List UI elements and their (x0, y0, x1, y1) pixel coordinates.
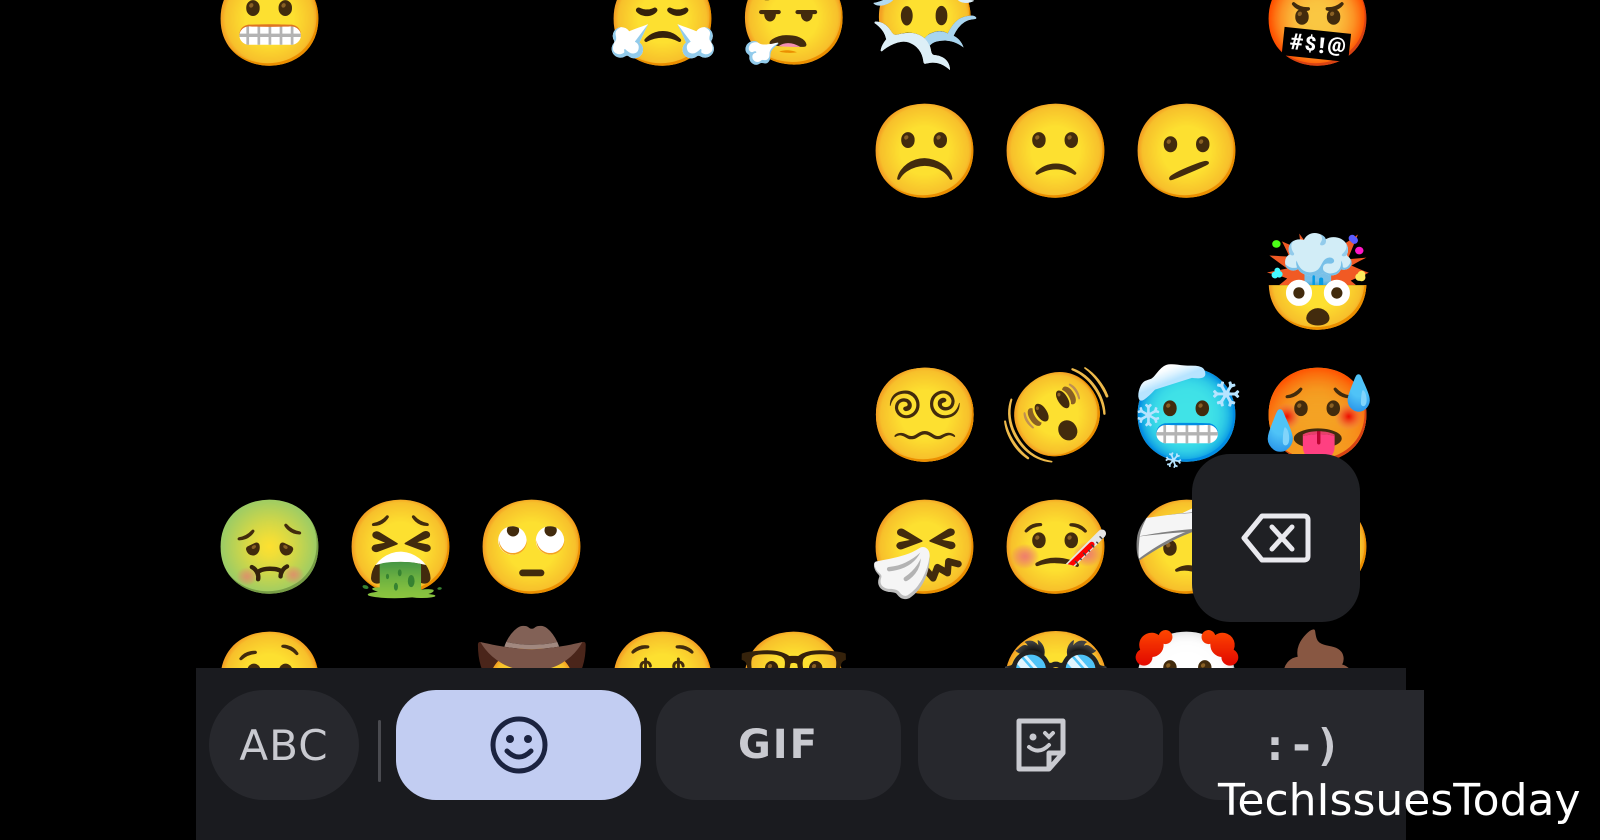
emoji-key[interactable]: 😓 (341, 92, 461, 212)
emoji-key[interactable]: 😰 (210, 224, 330, 344)
emoji-key[interactable]: 🤥 (210, 620, 330, 669)
emoji-key[interactable]: 🫤 (1127, 92, 1247, 212)
emoji-key[interactable]: 🤮 (341, 488, 461, 608)
emoji-key[interactable]: 😩 (472, 0, 592, 80)
emoji-key[interactable]: 😣 (341, 356, 461, 476)
emoji-key[interactable]: 😪 (734, 488, 854, 608)
smiley-face-icon (490, 716, 547, 774)
emoji-key[interactable]: 😠 (1127, 0, 1247, 80)
emoji-key[interactable]: 😫 (603, 356, 723, 476)
delete-button[interactable] (1194, 456, 1358, 620)
emoji-key[interactable]: 🥸 (996, 620, 1116, 669)
emoji-key[interactable]: 😴 (589, 488, 737, 608)
emoji-key[interactable]: 🙄 (472, 488, 592, 608)
emoji-key[interactable]: 😬 (210, 0, 330, 80)
emoji-key[interactable]: 😎 (865, 620, 985, 669)
emoji-key[interactable]: 😥 (603, 92, 723, 212)
emoji-key[interactable]: 😮 (734, 224, 854, 344)
emoji-key[interactable]: 💩 (1258, 620, 1378, 669)
emoji-key[interactable]: 🤠 (472, 620, 592, 669)
emoji-key[interactable]: 🤢 (210, 488, 330, 608)
emoji-key[interactable]: 😓 (341, 0, 461, 80)
emoji-key[interactable]: 🤒 (996, 488, 1116, 608)
emoji-key[interactable]: 😩 (472, 356, 592, 476)
emoji-key[interactable]: 😮‍💨 (734, 0, 854, 80)
emoji-key[interactable]: 😞 (210, 92, 330, 212)
emoji-key[interactable]: 🤧 (865, 488, 985, 608)
emoji-key[interactable]: 🤑 (603, 620, 723, 669)
emoji-key[interactable]: 😵 (734, 356, 854, 476)
emoji-key[interactable]: 😦 (603, 224, 723, 344)
backspace-icon (1241, 513, 1311, 563)
emoji-key[interactable]: 🫨 (996, 356, 1116, 476)
emoji-key[interactable]: 😇 (341, 620, 461, 669)
emoji-key[interactable]: 😖 (210, 356, 330, 476)
emoji-keyboard: 😬 😓 😩 😤 😮‍💨 😶‍🌫️ 😦 😠 🤬 😞 😓 😟 😥 😢 ☹️ 🙁 🫤 😕 😰 😨 😧 😦 😮 😯 😲 😳 🤯 😖 😣 😩 😫 😵 😵‍… (0, 0, 1600, 840)
emoji-key[interactable]: 😟 (472, 92, 592, 212)
emoji-key[interactable]: 😤 (603, 0, 723, 80)
watermark-text: TechIssuesToday (1218, 775, 1581, 826)
emoji-key[interactable]: 😧 (472, 224, 592, 344)
emoji-key[interactable]: 😶‍🌫️ (865, 0, 985, 80)
tab-divider (378, 720, 381, 782)
emoji-key[interactable]: 🤬 (1258, 0, 1378, 80)
abc-button[interactable]: ABC (209, 690, 359, 800)
emoji-key[interactable]: 😯 (865, 224, 985, 344)
tab-emoji[interactable] (396, 690, 641, 800)
emoji-key[interactable]: 😦 (996, 0, 1116, 80)
emoji-key[interactable]: 🤯 (1258, 224, 1378, 344)
emoji-key[interactable]: 😲 (996, 224, 1116, 344)
emoji-key[interactable]: 😕 (1258, 92, 1378, 212)
emoji-key[interactable]: 😳 (1127, 224, 1247, 344)
tab-stickers[interactable] (918, 690, 1163, 800)
emoji-key[interactable]: 😢 (734, 92, 854, 212)
emoji-key[interactable]: 🤡 (1127, 620, 1247, 669)
emoji-key[interactable]: 🙁 (996, 92, 1116, 212)
sticker-icon (1016, 718, 1065, 772)
emoji-key[interactable]: 😨 (341, 224, 461, 344)
emoji-key[interactable]: ☹️ (865, 92, 985, 212)
emoji-key[interactable]: 🤓 (734, 620, 854, 669)
tab-gif[interactable]: GIF (656, 690, 901, 800)
emoji-key[interactable]: 😵‍💫 (865, 356, 985, 476)
